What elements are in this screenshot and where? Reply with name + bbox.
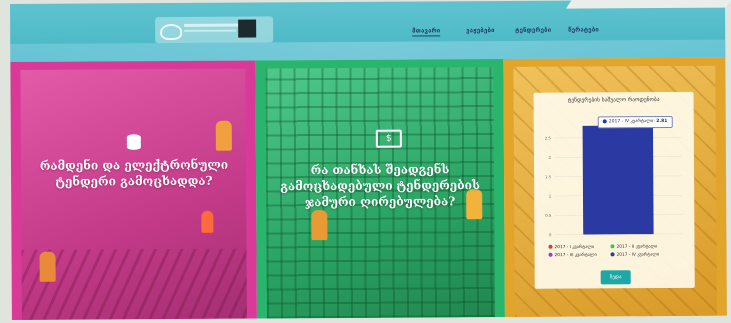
legend-label: 2017 - IV კვარტალი — [616, 252, 660, 258]
chart-tooltip: 2017 - IV კვარტალი: 2.81 — [597, 115, 673, 129]
chart-button[interactable]: ზედა — [600, 270, 631, 285]
y-tick-label: 0.5 — [545, 213, 552, 218]
legend-color-dot — [548, 252, 553, 257]
chart-legend: 2017 - I კვარტალი 2017 - II კვარტალი 2017 … — [548, 244, 688, 258]
y-tick-label: 2.5 — [545, 136, 552, 141]
chart-card: ტენდერების საშუალო რაოდენობა 2.5 2 1.5 1 0.5… — [533, 91, 695, 289]
browser-tab-corner — [565, 0, 731, 9]
tooltip-label: 2017 - IV კვარტალი — [608, 119, 654, 125]
legend-item[interactable]: 2017 - I კვარტალი — [548, 244, 594, 250]
nav-item-2[interactable]: ვაჟებები — [466, 27, 495, 34]
page: მთავარი ვაჟებები ტენდერები წერატები რამდ… — [10, 0, 731, 320]
legend-color-dot — [610, 252, 615, 257]
legend-label: 2017 - I კვარტალი — [554, 244, 595, 251]
legend-label: 2017 - II კვარტალი — [616, 244, 658, 250]
y-tick-label: 0 — [549, 232, 552, 237]
panel-tender-count[interactable]: რამდენი და ელექტრონული ტენდერი გამოცხადდ… — [10, 60, 257, 320]
panel-chart: ტენდერების საშუალო რაოდენობა 2.5 2 1.5 1 0.5… — [503, 57, 727, 317]
nav-item-4[interactable]: წერატები — [568, 26, 599, 33]
legend-item[interactable]: 2017 - III კვარტალი — [548, 252, 597, 259]
worker-figure — [201, 210, 214, 233]
panel-question: რამდენი და ელექტრონული ტენდერი გამოცხადდ… — [39, 157, 229, 189]
y-tick-label: 1 — [549, 194, 552, 199]
legend-color-dot — [548, 244, 553, 249]
panel-tender-value[interactable]: $ რა თანხას შეადგენს გამოცხადებული ტენდე… — [255, 58, 505, 319]
worker-figure — [215, 120, 232, 151]
chart-bar[interactable] — [582, 125, 654, 235]
database-icon — [126, 134, 141, 150]
partner-logo[interactable] — [238, 19, 257, 38]
legend-item[interactable]: 2017 - II კვარტალი — [610, 244, 657, 250]
logo-icon — [160, 23, 183, 41]
legend-item[interactable]: 2017 - IV კვარტალი — [610, 252, 660, 258]
y-tick-label: 2 — [549, 155, 552, 160]
bar-chart: 2.5 2 1.5 1 0.5 0 — [545, 125, 683, 237]
legend-label: 2017 - III კვარტალი — [554, 252, 597, 259]
nav-item-tenders[interactable]: ტენდერები — [515, 27, 551, 34]
worker-figure — [311, 210, 328, 241]
y-tick-label: 1.5 — [545, 174, 552, 179]
tooltip-value: 2.81 — [656, 118, 668, 125]
logo-text-line — [184, 29, 237, 32]
panel-photo — [20, 68, 247, 320]
worker-figure — [39, 251, 56, 282]
legend-color-dot — [610, 244, 615, 249]
tooltip-color-dot — [602, 118, 607, 123]
nav-item-home[interactable]: მთავარი — [412, 27, 441, 37]
money-icon: $ — [375, 129, 402, 148]
panel-question: რა თანხას შეადგენს გამოცხადებული ტენდერე… — [280, 162, 481, 210]
